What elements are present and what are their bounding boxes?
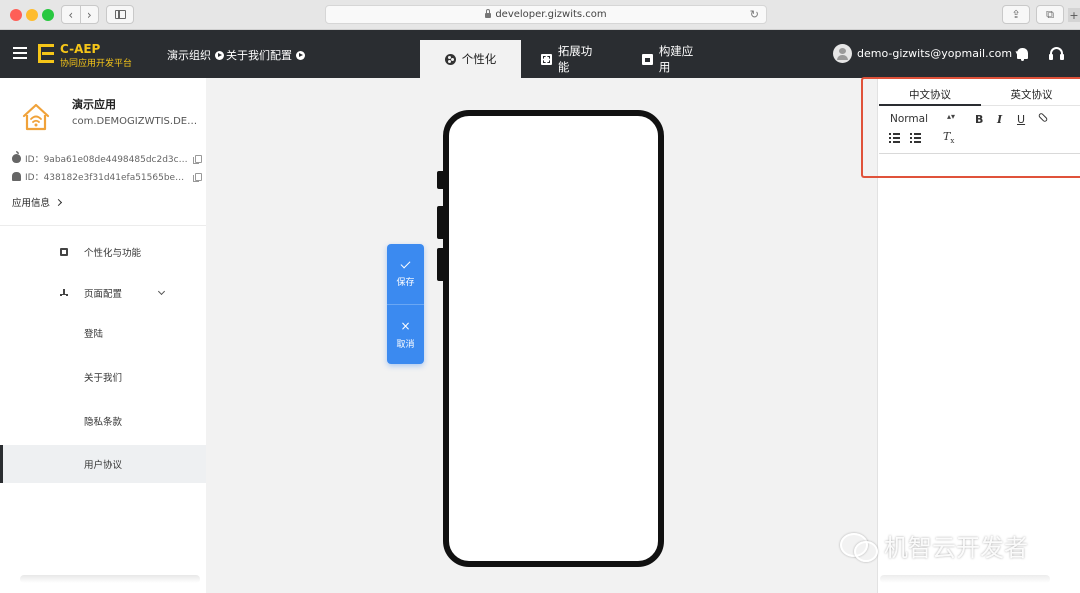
- user-menu[interactable]: demo-gizwits@yopmail.com ▾: [857, 47, 1021, 60]
- android-icon: [12, 172, 21, 181]
- phone-preview: [443, 110, 664, 567]
- logo-icon: [38, 44, 54, 64]
- sidebar-item-label: 个性化与功能: [84, 248, 142, 259]
- sidebar-item-about[interactable]: 关于我们: [0, 358, 206, 396]
- close-window-button[interactable]: [10, 9, 22, 21]
- share-button[interactable]: ⇪: [1002, 5, 1030, 24]
- sidebar-item-label: 页面配置: [84, 289, 123, 300]
- apple-icon: [12, 151, 21, 163]
- close-icon: ×: [400, 318, 411, 333]
- watermark: 机智云开发者: [840, 528, 1028, 563]
- sidebar-item-page-config[interactable]: 页面配置: [0, 274, 206, 312]
- scroll-shadow: [880, 575, 1050, 583]
- smart-home-icon: [22, 103, 50, 131]
- android-id-row: ID：438182e3f31d41efa51565bed2...: [12, 170, 202, 183]
- tab-overview-button[interactable]: ⧉: [1036, 5, 1064, 24]
- org-label: 演示组织: [167, 49, 211, 62]
- sidebar-item-login[interactable]: 登陆: [0, 314, 206, 352]
- hamburger-menu-icon[interactable]: [13, 47, 27, 59]
- browser-toolbar: ‹ › developer.gizwits.com ↻ ⇪ ⧉ +: [0, 0, 1080, 30]
- address-bar[interactable]: developer.gizwits.com ↻: [325, 5, 767, 24]
- config-label: 关于我们配置: [226, 49, 292, 62]
- save-label: 保存: [396, 277, 415, 288]
- left-sidebar: 演示应用 com.DEMOGIZWTIS.DEMO... ID：9aba61e0…: [0, 78, 206, 593]
- brand-name: C-AEP: [60, 42, 101, 56]
- app-info-label: 应用信息: [12, 198, 51, 209]
- sidebar-item-label: 用户协议: [84, 460, 123, 471]
- expand-icon: [541, 53, 552, 65]
- android-id: ID：438182e3f31d41efa51565bed2...: [25, 173, 189, 183]
- watermark-text: 机智云开发者: [884, 534, 1028, 562]
- reload-icon[interactable]: ↻: [750, 8, 759, 21]
- tree-icon: [60, 289, 68, 297]
- sidebar-item-label: 关于我们: [84, 373, 123, 384]
- sidebar-item-privacy[interactable]: 隐私条款: [0, 402, 206, 440]
- copy-icon[interactable]: [193, 154, 202, 164]
- sidebar-icon: [115, 10, 126, 19]
- tab-label: 拓展功能: [557, 44, 593, 74]
- history-nav: ‹ ›: [61, 5, 99, 24]
- avatar[interactable]: [833, 44, 852, 63]
- headset-icon[interactable]: [1049, 47, 1064, 60]
- app-header: C-AEP 协同应用开发平台 演示组织 关于我们配置 个性化 拓展功能 构建应用…: [0, 30, 1080, 78]
- app-name: 演示应用: [72, 98, 116, 111]
- tab-label: 构建应用: [658, 44, 694, 74]
- brand-subtitle: 协同应用开发平台: [60, 59, 133, 69]
- sidebar-item-label: 隐私条款: [84, 417, 123, 428]
- check-icon: [400, 258, 411, 268]
- highlight-annotation: [861, 77, 1080, 178]
- tab-label: 个性化: [461, 52, 497, 66]
- tab-personalization[interactable]: 个性化: [420, 40, 521, 78]
- chevron-right-icon: [54, 198, 63, 206]
- action-panel: 保存 × 取消: [387, 244, 424, 364]
- divider: [0, 225, 206, 226]
- sidebar-item-user-agreement[interactable]: 用户协议: [0, 445, 206, 483]
- circle-arrow-icon: [215, 50, 224, 60]
- lock-icon: [485, 9, 492, 18]
- copy-icon[interactable]: [193, 172, 202, 182]
- url-text: developer.gizwits.com: [495, 9, 607, 20]
- palette-icon: [444, 53, 456, 65]
- ios-id: ID：9aba61e08de4498485dc2d3ca...: [25, 155, 189, 165]
- org-selector[interactable]: 演示组织: [167, 47, 224, 63]
- app-info-link[interactable]: 应用信息: [12, 195, 63, 209]
- circle-arrow-icon: [296, 50, 305, 60]
- tab-build[interactable]: 构建应用: [642, 40, 704, 78]
- sidebar-item-personalization[interactable]: 个性化与功能: [0, 233, 206, 271]
- config-selector[interactable]: 关于我们配置: [226, 47, 305, 63]
- minimize-window-button[interactable]: [26, 9, 38, 21]
- chevron-down-icon: [157, 287, 166, 296]
- wechat-icon: [840, 531, 878, 562]
- forward-button[interactable]: ›: [79, 6, 99, 23]
- sidebar-item-label: 登陆: [84, 329, 104, 340]
- scroll-shadow: [20, 575, 200, 583]
- zoom-window-button[interactable]: [42, 9, 54, 21]
- grid-icon: [60, 248, 68, 256]
- new-tab-button[interactable]: +: [1068, 8, 1080, 22]
- save-button[interactable]: 保存: [387, 244, 424, 304]
- back-button[interactable]: ‹: [62, 6, 80, 23]
- app-bundle-id: com.DEMOGIZWTIS.DEMO...: [72, 116, 200, 127]
- cancel-label: 取消: [396, 339, 415, 350]
- tab-extensions[interactable]: 拓展功能: [541, 40, 603, 78]
- sidebar-toggle-button[interactable]: [106, 5, 134, 24]
- ios-id-row: ID：9aba61e08de4498485dc2d3ca...: [12, 151, 202, 165]
- cancel-button[interactable]: × 取消: [387, 304, 424, 364]
- bell-icon[interactable]: [1017, 48, 1028, 61]
- build-icon: [642, 53, 653, 65]
